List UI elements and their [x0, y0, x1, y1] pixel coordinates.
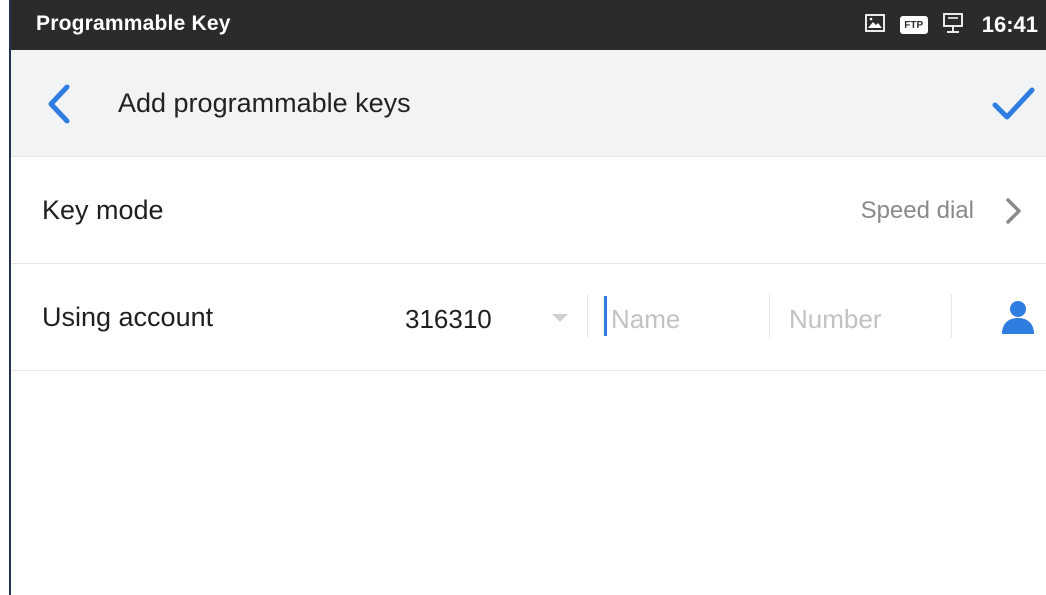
left-frame: [0, 0, 9, 595]
key-mode-row[interactable]: Key mode Speed dial: [11, 157, 1046, 264]
screen: Programmable Key FTP 16:41 Add programma…: [11, 0, 1046, 595]
text-cursor: [604, 296, 607, 336]
screenshot-icon: [864, 13, 886, 38]
contacts-button[interactable]: [999, 299, 1037, 335]
chevron-right-icon: [1006, 198, 1021, 224]
dropdown-arrow-icon[interactable]: [552, 314, 568, 322]
back-button[interactable]: [39, 83, 79, 125]
clock: 16:41: [981, 12, 1038, 37]
key-mode-value: Speed dial: [860, 197, 974, 224]
app-bar: Add programmable keys: [11, 50, 1046, 157]
account-select[interactable]: 316310: [405, 304, 492, 335]
status-bar: Programmable Key FTP 16:41: [11, 0, 1046, 50]
divider: [587, 294, 588, 338]
key-mode-label: Key mode: [42, 195, 164, 225]
status-icons: FTP 16:41: [864, 0, 1038, 50]
network-icon: [942, 12, 964, 39]
page-title: Add programmable keys: [118, 88, 411, 118]
name-input[interactable]: [609, 294, 763, 344]
using-account-row: Using account 316310: [11, 264, 1046, 371]
check-icon: [992, 87, 1035, 120]
number-input[interactable]: [787, 294, 951, 344]
status-bar-title: Programmable Key: [36, 12, 231, 35]
divider: [769, 294, 770, 338]
confirm-button[interactable]: [988, 80, 1038, 128]
person-icon: [1002, 301, 1034, 334]
using-account-label: Using account: [42, 302, 214, 332]
divider: [951, 294, 952, 338]
ftp-icon: FTP: [899, 16, 928, 34]
back-arrow-icon: [48, 84, 70, 124]
